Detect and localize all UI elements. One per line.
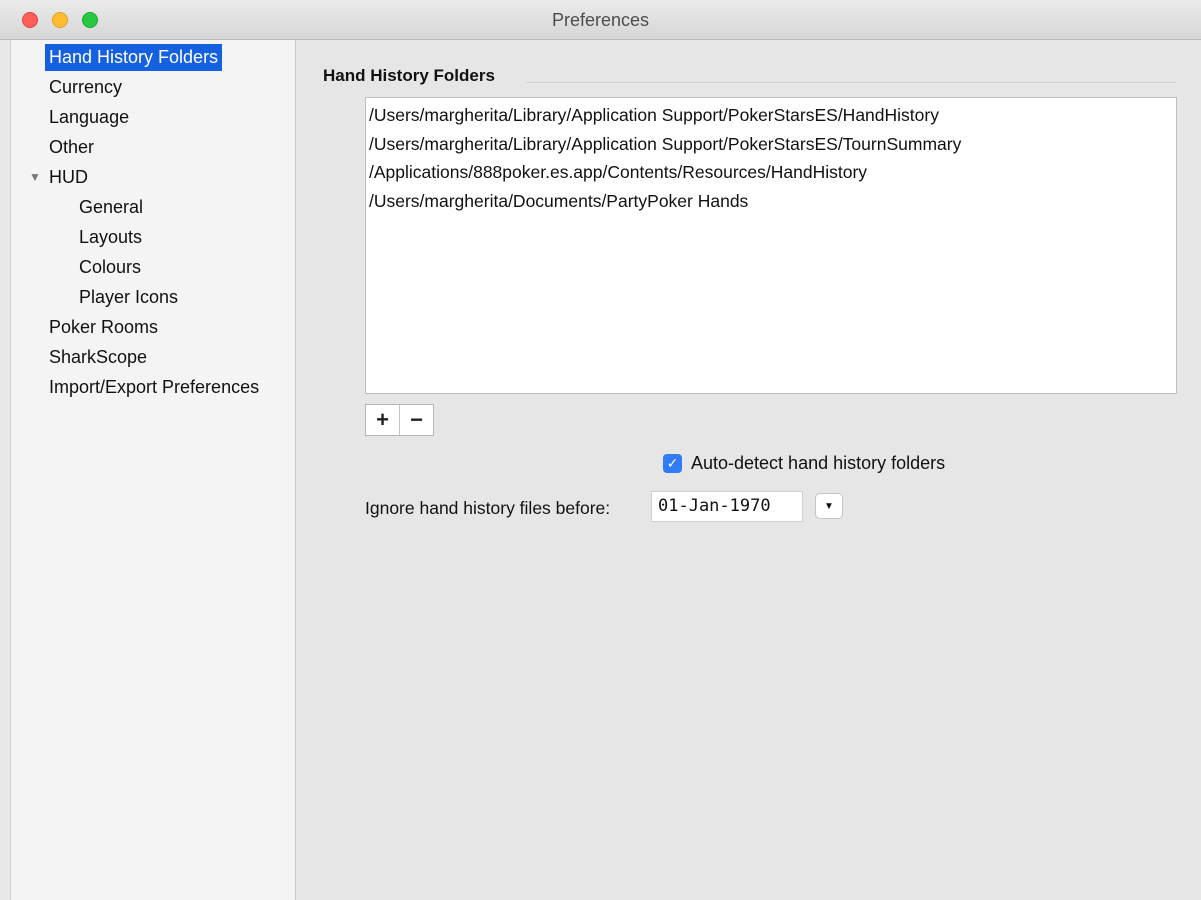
chevron-down-icon[interactable]: ▼ xyxy=(815,493,843,519)
window-title: Preferences xyxy=(551,10,650,30)
preferences-sidebar: Hand History Folders Currency Language O… xyxy=(10,40,296,900)
folder-row[interactable]: /Users/margherita/Library/Application Su… xyxy=(366,130,1176,159)
sidebar-item-other[interactable]: Other xyxy=(45,134,98,161)
section-title: Hand History Folders xyxy=(323,66,495,85)
sidebar-item-hud-layouts[interactable]: Layouts xyxy=(75,224,146,251)
ignore-before-label: Ignore hand history files before: xyxy=(365,498,611,518)
preferences-window: Preferences Hand History Folders Currenc… xyxy=(0,0,1201,900)
sidebar-item-hud-general[interactable]: General xyxy=(75,194,147,221)
auto-detect-label[interactable]: Auto-detect hand history folders xyxy=(691,453,945,474)
folder-list-buttons: + − xyxy=(365,404,434,436)
folder-row[interactable]: /Users/margherita/Documents/PartyPoker H… xyxy=(366,187,1176,216)
auto-detect-checkbox[interactable]: ✓ xyxy=(663,453,682,473)
ignore-before-date-field[interactable]: 01-Jan-1970 xyxy=(651,491,803,522)
title-bar[interactable]: Preferences xyxy=(0,0,1201,40)
remove-folder-button[interactable]: − xyxy=(399,405,433,435)
sidebar-item-hud-player-icons[interactable]: Player Icons xyxy=(75,284,182,311)
auto-detect-row: ✓ Auto-detect hand history folders xyxy=(663,452,945,474)
sidebar-item-sharkscope[interactable]: SharkScope xyxy=(45,344,151,371)
triangle-down-icon[interactable]: ▼ xyxy=(29,164,41,191)
sidebar-item-hand-history-folders[interactable]: Hand History Folders xyxy=(45,44,223,71)
hand-history-folder-list[interactable]: /Users/margherita/Library/Application Su… xyxy=(365,97,1177,394)
add-folder-button[interactable]: + xyxy=(366,405,399,435)
section-divider xyxy=(526,82,1176,83)
sidebar-item-currency[interactable]: Currency xyxy=(45,74,126,101)
sidebar-item-poker-rooms[interactable]: Poker Rooms xyxy=(45,314,162,341)
sidebar-item-language[interactable]: Language xyxy=(45,104,133,131)
folder-row[interactable]: /Applications/888poker.es.app/Contents/R… xyxy=(366,158,1176,187)
preferences-content: Hand History Folders /Users/margherita/L… xyxy=(296,40,1201,900)
sidebar-item-hud-colours[interactable]: Colours xyxy=(75,254,145,281)
sidebar-item-import-export-preferences[interactable]: Import/Export Preferences xyxy=(45,374,263,401)
folder-row[interactable]: /Users/margherita/Library/Application Su… xyxy=(366,101,1176,130)
sidebar-item-hud[interactable]: HUD xyxy=(45,164,92,191)
